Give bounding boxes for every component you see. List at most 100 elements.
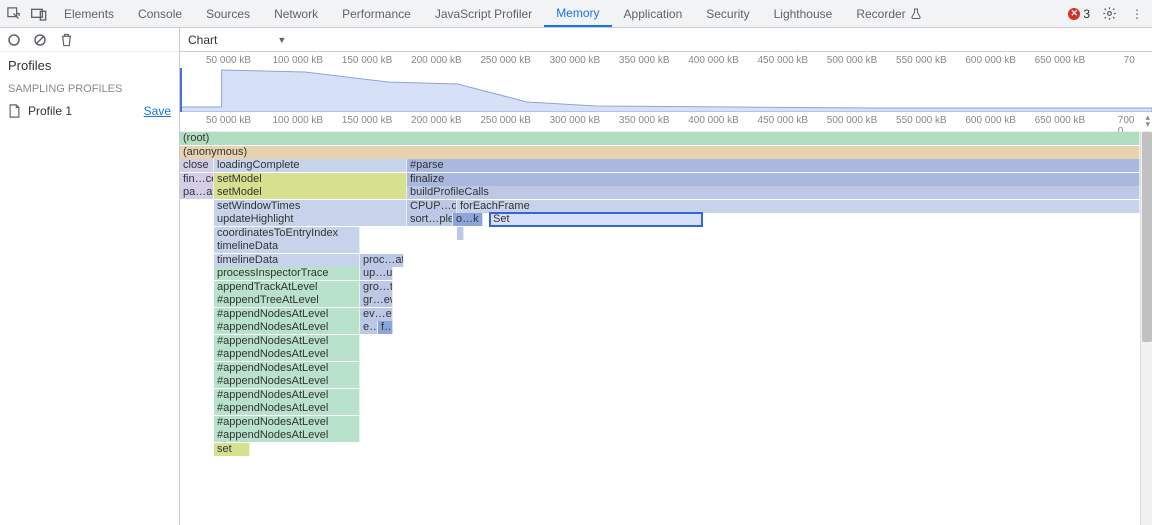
tab-security[interactable]: Security (694, 0, 761, 27)
ruler-tick: 70 (1124, 55, 1135, 66)
flame-bar[interactable]: e… (360, 321, 378, 334)
view-toolbar: Chart ▼ (180, 28, 1152, 52)
sidebar-title: Profiles (0, 52, 179, 79)
ruler-tick: 100 000 kB (272, 55, 323, 66)
record-icon[interactable] (6, 32, 22, 48)
ruler-tick: 350 000 kB (619, 55, 670, 66)
flame-bar[interactable]: up…up (360, 267, 393, 280)
flame-bar[interactable]: #appendTreeAtLevel (214, 294, 360, 307)
ruler-tick: 600 000 kB (965, 115, 1016, 126)
flame-chart-panel: Chart ▼ 50 000 kB100 000 kB150 000 kB200… (180, 28, 1152, 525)
flame-bar[interactable]: forEachFrame (457, 200, 1140, 213)
flame-bar[interactable]: #appendNodesAtLevel (214, 389, 360, 402)
profile-save-link[interactable]: Save (144, 104, 171, 118)
tab-sources[interactable]: Sources (194, 0, 262, 27)
flame-bar[interactable]: buildProfileCalls (407, 186, 1140, 199)
profiles-sidebar: Profiles SAMPLING PROFILES Profile 1 Sav… (0, 28, 180, 525)
view-select-label: Chart (188, 33, 217, 47)
tab-performance[interactable]: Performance (330, 0, 423, 27)
flame-bar[interactable]: coordinatesToEntryIndex (214, 227, 360, 240)
ruler-tick: 450 000 kB (757, 115, 808, 126)
tab-console[interactable]: Console (126, 0, 194, 27)
page-icon (8, 104, 22, 118)
flame-bar[interactable]: #appendNodesAtLevel (214, 429, 360, 442)
tab-lighthouse[interactable]: Lighthouse (762, 0, 845, 27)
flame-ruler[interactable]: ▴▾ 50 000 kB100 000 kB150 000 kB200 000 … (180, 112, 1152, 132)
scrollbar-thumb[interactable] (1142, 132, 1152, 342)
error-counter[interactable]: ✕ 3 (1068, 7, 1090, 21)
device-toolbar-icon[interactable] (26, 0, 52, 28)
flame-bar[interactable]: timelineData (214, 240, 360, 253)
flame-bar[interactable]: (anonymous) (180, 146, 1140, 159)
ruler-tick: 600 000 kB (965, 55, 1016, 66)
profile-item[interactable]: Profile 1 Save (0, 99, 179, 123)
view-select[interactable]: Chart ▼ (188, 33, 286, 47)
flame-bar[interactable]: fin…ce (180, 173, 214, 186)
flame-bar[interactable]: setWindowTimes (214, 200, 407, 213)
ruler-tick: 550 000 kB (896, 55, 947, 66)
ruler-tick: 150 000 kB (342, 115, 393, 126)
flame-bar[interactable]: #appendNodesAtLevel (214, 402, 360, 415)
flame-bar[interactable]: timelineData (214, 254, 360, 267)
clear-icon[interactable] (32, 32, 48, 48)
flame-bar[interactable]: o…k (453, 213, 483, 226)
flame-bar[interactable]: #appendNodesAtLevel (214, 348, 360, 361)
flame-bar[interactable]: finalize (407, 173, 1140, 186)
ruler-tick: 550 000 kB (896, 115, 947, 126)
flame-bar[interactable]: gr…ew (360, 294, 393, 307)
flame-bar[interactable]: #appendNodesAtLevel (214, 321, 360, 334)
tab-application[interactable]: Application (612, 0, 695, 27)
flame-bar[interactable]: #appendNodesAtLevel (214, 308, 360, 321)
flame-bar[interactable]: gro…ts (360, 281, 393, 294)
flame-bar[interactable]: processInspectorTrace (214, 267, 360, 280)
flame-bar[interactable]: #appendNodesAtLevel (214, 335, 360, 348)
more-icon[interactable]: ⋮ (1128, 5, 1146, 23)
flame-bar[interactable]: ev…ew (360, 308, 393, 321)
flame-bar[interactable]: #appendNodesAtLevel (214, 416, 360, 429)
error-icon: ✕ (1068, 8, 1080, 20)
ruler-tick: 250 000 kB (480, 115, 531, 126)
flame-bar[interactable]: setModel (214, 186, 407, 199)
sidebar-toolbar (0, 28, 179, 52)
flame-bar[interactable] (457, 227, 464, 240)
flask-icon (910, 8, 922, 20)
devtools-tab-bar: ElementsConsoleSourcesNetworkPerformance… (0, 0, 1152, 28)
ruler-tick: 300 000 kB (550, 115, 601, 126)
ruler-tick: 300 000 kB (550, 55, 601, 66)
flame-bar[interactable]: (root) (180, 132, 1140, 145)
tab-memory[interactable]: Memory (544, 0, 611, 27)
flame-bar[interactable]: f…r (378, 321, 393, 334)
vertical-scrollbar[interactable] (1140, 132, 1152, 525)
tab-javascript-profiler[interactable]: JavaScript Profiler (423, 0, 544, 27)
flame-bar[interactable]: pa…at (180, 186, 214, 199)
ruler-tick: 650 000 kB (1035, 115, 1086, 126)
ruler-tick: 450 000 kB (757, 55, 808, 66)
flame-bar[interactable]: set (214, 443, 250, 456)
flame-bar[interactable]: close (180, 159, 214, 172)
tab-elements[interactable]: Elements (52, 0, 126, 27)
flame-bar[interactable]: Set (490, 213, 702, 226)
settings-icon[interactable] (1100, 5, 1118, 23)
memory-overview[interactable]: 50 000 kB100 000 kB150 000 kB200 000 kB2… (180, 52, 1152, 112)
flame-bar[interactable]: #appendNodesAtLevel (214, 362, 360, 375)
flame-bar[interactable]: loadingComplete (214, 159, 407, 172)
ruler-step-arrows[interactable]: ▴▾ (1145, 114, 1150, 128)
ruler-tick: 150 000 kB (342, 55, 393, 66)
ruler-tick: 200 000 kB (411, 55, 462, 66)
delete-icon[interactable] (58, 32, 74, 48)
inspect-icon[interactable] (0, 0, 26, 28)
flame-bar[interactable]: setModel (214, 173, 407, 186)
flame-bar[interactable]: proc…ata (360, 254, 404, 267)
ruler-tick: 250 000 kB (480, 55, 531, 66)
tab-network[interactable]: Network (262, 0, 330, 27)
flame-bar[interactable]: appendTrackAtLevel (214, 281, 360, 294)
flame-bar[interactable]: CPUP…del (407, 200, 457, 213)
tab-recorder[interactable]: Recorder (844, 0, 933, 27)
flame-bar[interactable]: #appendNodesAtLevel (214, 375, 360, 388)
ruler-tick: 500 000 kB (827, 115, 878, 126)
flame-bar[interactable]: sort…ples (407, 213, 453, 226)
flame-chart-viewport[interactable]: (root)(anonymous)closeloadingComplete#pa… (180, 132, 1152, 525)
overview-area-chart (180, 68, 1152, 112)
flame-bar[interactable]: #parse (407, 159, 1140, 172)
flame-bar[interactable]: updateHighlight (214, 213, 407, 226)
